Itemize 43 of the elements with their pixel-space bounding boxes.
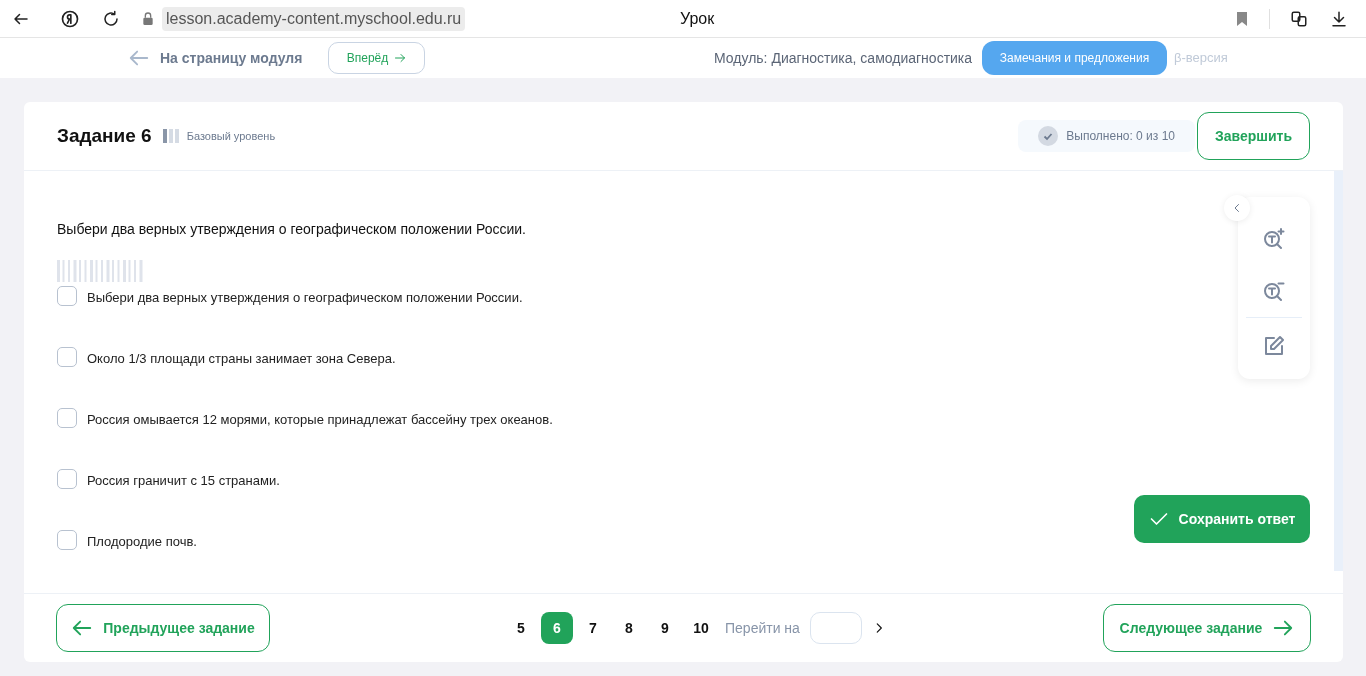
- page-number[interactable]: 7: [577, 612, 609, 644]
- browser-logo-icon[interactable]: [60, 8, 80, 29]
- save-answer-button[interactable]: Сохранить ответ: [1134, 495, 1310, 543]
- checkbox[interactable]: [57, 469, 77, 489]
- back-to-module-link[interactable]: На страницу модуля: [128, 47, 303, 69]
- page-number[interactable]: 6: [541, 612, 573, 644]
- option-text: Плодородие почв.: [87, 533, 197, 551]
- download-icon[interactable]: [1330, 9, 1348, 28]
- bookmark-icon[interactable]: [1235, 10, 1249, 27]
- page-number[interactable]: 5: [505, 612, 537, 644]
- option-text: Выбери два верных утверждения о географическом положении России.: [87, 289, 523, 307]
- checkbox[interactable]: [57, 530, 77, 550]
- page-input-field[interactable]: [809, 612, 862, 644]
- question-text: Выбери два верных утверждения о географическом положении России.: [57, 220, 526, 239]
- reload-icon[interactable]: [102, 9, 120, 28]
- lock-icon: [140, 10, 156, 27]
- page-number[interactable]: 10: [685, 612, 717, 644]
- checkbox[interactable]: [57, 286, 77, 306]
- checkbox[interactable]: [57, 408, 77, 428]
- address-field[interactable]: lesson.academy-content.myschool.edu.ru: [162, 6, 466, 31]
- page-title: Урок: [680, 8, 715, 29]
- forward-button[interactable]: Вперёд: [328, 42, 425, 74]
- next-task-button[interactable]: Следующее задание: [1103, 604, 1311, 652]
- finish-button[interactable]: Завершить: [1197, 112, 1310, 160]
- level-label: Базовый уровень: [186, 128, 276, 144]
- module-name: Модуль: Диагностика, самодиагностика: [714, 48, 973, 68]
- arrow-right-icon: [394, 52, 407, 64]
- option-text: Россия граничит с 15 странами.: [87, 472, 280, 490]
- task-title: Задание 6: [57, 123, 152, 148]
- page-number[interactable]: 9: [649, 612, 681, 644]
- zoom-in-text-icon[interactable]: [1262, 227, 1286, 251]
- goto-label: Перейти на: [725, 618, 800, 638]
- feedback-button[interactable]: Замечания и предложения: [982, 41, 1167, 75]
- beta-label: β-версия: [1174, 49, 1228, 68]
- previous-task-button[interactable]: Предыдущее задание: [56, 604, 270, 652]
- option-text: Россия омывается 12 морями, которые принадлежат бассейну трех океанов.: [87, 411, 553, 429]
- option-text: Около 1/3 площади страны занимает зона Севера.: [87, 350, 396, 368]
- progress-badge: Выполнено: 0 из 10: [1018, 120, 1195, 152]
- checkbox[interactable]: [57, 347, 77, 367]
- extensions-icon[interactable]: [1290, 9, 1308, 28]
- page-number[interactable]: 8: [613, 612, 645, 644]
- level-bars-icon: [162, 129, 179, 143]
- edit-icon[interactable]: [1262, 334, 1286, 358]
